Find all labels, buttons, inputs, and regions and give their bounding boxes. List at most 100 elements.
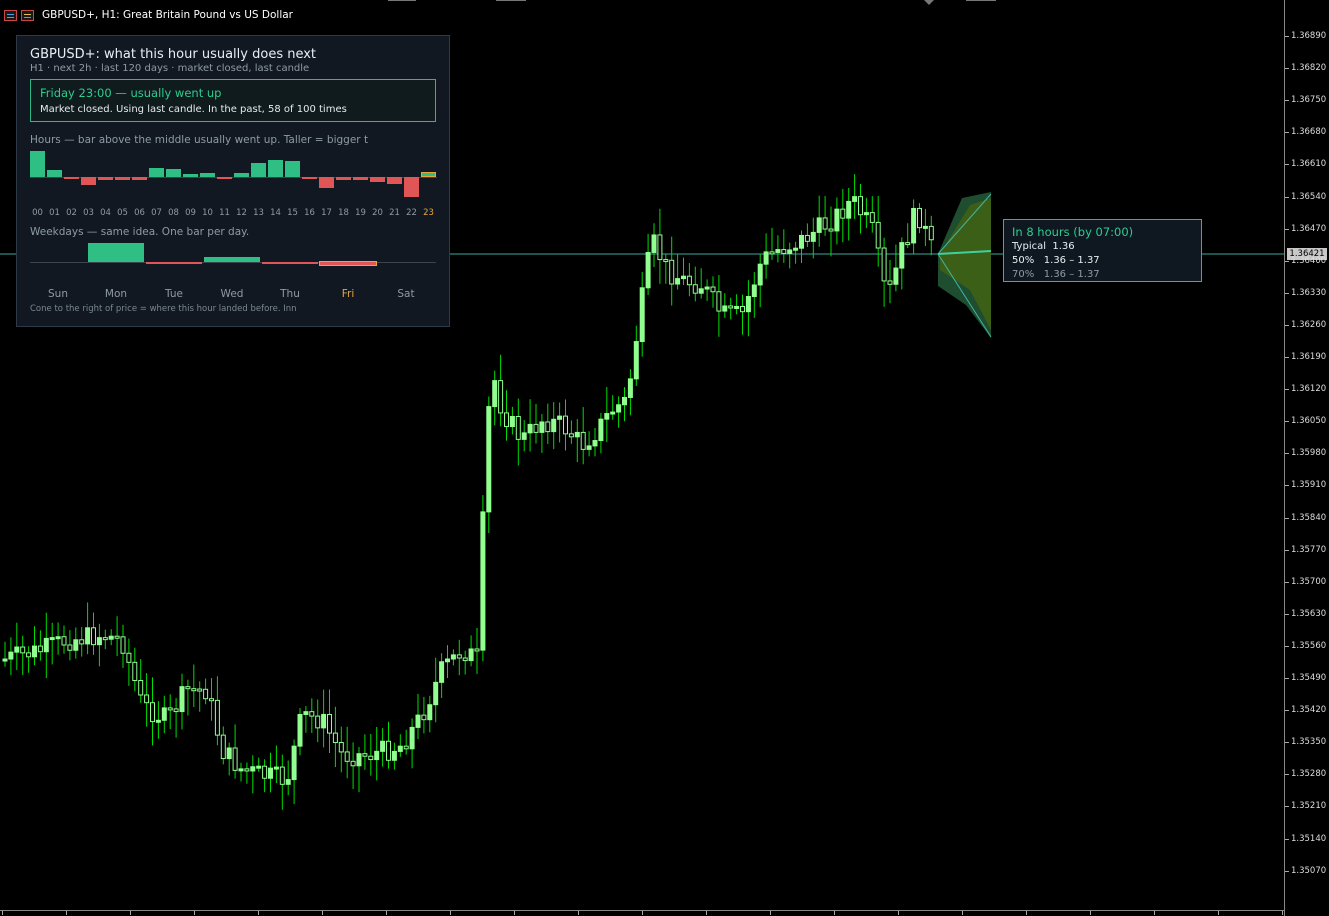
candle-body [55, 636, 61, 640]
forecast-heading: In 8 hours (by 07:00) [1012, 225, 1134, 239]
price-tick-label: 1.36470 [1291, 223, 1327, 234]
candle-body [96, 637, 102, 646]
time-tick [66, 911, 67, 915]
candle-body [622, 396, 627, 406]
candle-body [262, 765, 268, 779]
candle-body [675, 278, 681, 285]
candle-body [480, 511, 486, 651]
price-tick-label: 1.35140 [1291, 833, 1327, 844]
time-tick [514, 911, 515, 915]
price-tick [1285, 485, 1289, 487]
candle-body [592, 440, 598, 447]
candle-body [604, 413, 610, 420]
candle-body [468, 648, 474, 662]
price-axis[interactable]: 1.36421 1.36890 1.36820 1.36750 1.36680 1.36… [1284, 0, 1329, 916]
candle-body [816, 217, 822, 233]
candle-body [917, 207, 922, 229]
candle-body [256, 765, 262, 769]
candle-body [185, 686, 191, 690]
hour-label: 17 [321, 208, 332, 218]
hour-bar [132, 177, 147, 180]
candle-body [150, 702, 155, 723]
candle-body [781, 249, 787, 254]
weekday-label: Tue [165, 288, 183, 300]
candle-body [740, 305, 745, 313]
hour-bar [404, 177, 419, 198]
hour-label: 08 [168, 208, 179, 218]
candle-body [486, 406, 492, 513]
price-tick-label: 1.36050 [1291, 416, 1327, 427]
candle-body [828, 228, 834, 232]
candle-body [769, 251, 775, 255]
candle-body [669, 259, 675, 285]
price-tick [1285, 421, 1289, 423]
weekday-label: Mon [104, 288, 128, 300]
candle-body [285, 779, 291, 785]
candle-body [309, 711, 315, 717]
candle-body [85, 627, 91, 645]
candle-body [79, 639, 85, 645]
price-tick-label: 1.35560 [1291, 640, 1327, 651]
hour-label: 20 [372, 208, 383, 218]
candle-body [498, 380, 504, 414]
candle-body [43, 637, 49, 653]
candle-body [321, 713, 327, 729]
candle-body [533, 423, 539, 433]
candle-body [67, 644, 73, 651]
candle-body [386, 740, 391, 761]
candle-body [32, 645, 37, 658]
candle-body [551, 418, 557, 433]
candle-body [586, 445, 592, 450]
candle-body [167, 707, 173, 711]
candle-body [250, 766, 256, 772]
hour-label: 19 [355, 208, 366, 218]
hour-label: 01 [49, 208, 60, 218]
candle-body [374, 750, 380, 761]
candle-body [8, 651, 14, 660]
hour-label: 00 [32, 208, 43, 218]
candle-body [191, 688, 197, 692]
candle-body [126, 652, 132, 663]
candle-body [344, 751, 350, 762]
candle-body [439, 661, 445, 683]
hour-bar [217, 177, 232, 180]
candle-body [49, 637, 55, 641]
candle-body [492, 380, 498, 408]
hour-bar [149, 167, 164, 177]
candle-body [214, 699, 220, 736]
price-tick [1285, 774, 1289, 776]
candle-body [244, 768, 250, 772]
weekday-bar [146, 262, 202, 264]
candle-body [557, 415, 563, 420]
price-tick [1285, 453, 1289, 455]
candle-body [810, 231, 816, 242]
panel-subtitle: H1 · next 2h · last 120 days · market cl… [30, 63, 310, 74]
candle-body [327, 713, 332, 734]
time-axis[interactable] [0, 910, 1284, 916]
hour-label: 14 [270, 208, 281, 218]
price-tick-label: 1.35350 [1291, 737, 1327, 748]
candle-body [120, 636, 126, 654]
candle-body [403, 745, 409, 750]
candle-body [73, 639, 79, 651]
candle-body [220, 734, 226, 760]
hour-label: 23 [423, 208, 434, 218]
hour-label: 21 [389, 208, 400, 218]
price-tick [1285, 292, 1289, 294]
hour-bar [183, 174, 198, 177]
price-tick-label: 1.36120 [1291, 384, 1327, 395]
hour-bar [234, 172, 249, 177]
forecast-cone-inner [940, 198, 991, 330]
time-tick [258, 911, 259, 915]
hour-bar [200, 173, 215, 177]
candle-body [161, 707, 167, 721]
candle-body [804, 234, 810, 242]
candle-body [846, 200, 852, 219]
forecast-50pct: 50% 1.36 – 1.37 [1012, 255, 1100, 266]
candle-body [291, 745, 297, 781]
weekday-bar [319, 261, 377, 266]
candle-body [332, 732, 338, 744]
candle-body [681, 275, 686, 280]
candle-body [108, 635, 114, 640]
candle-body [928, 225, 934, 241]
